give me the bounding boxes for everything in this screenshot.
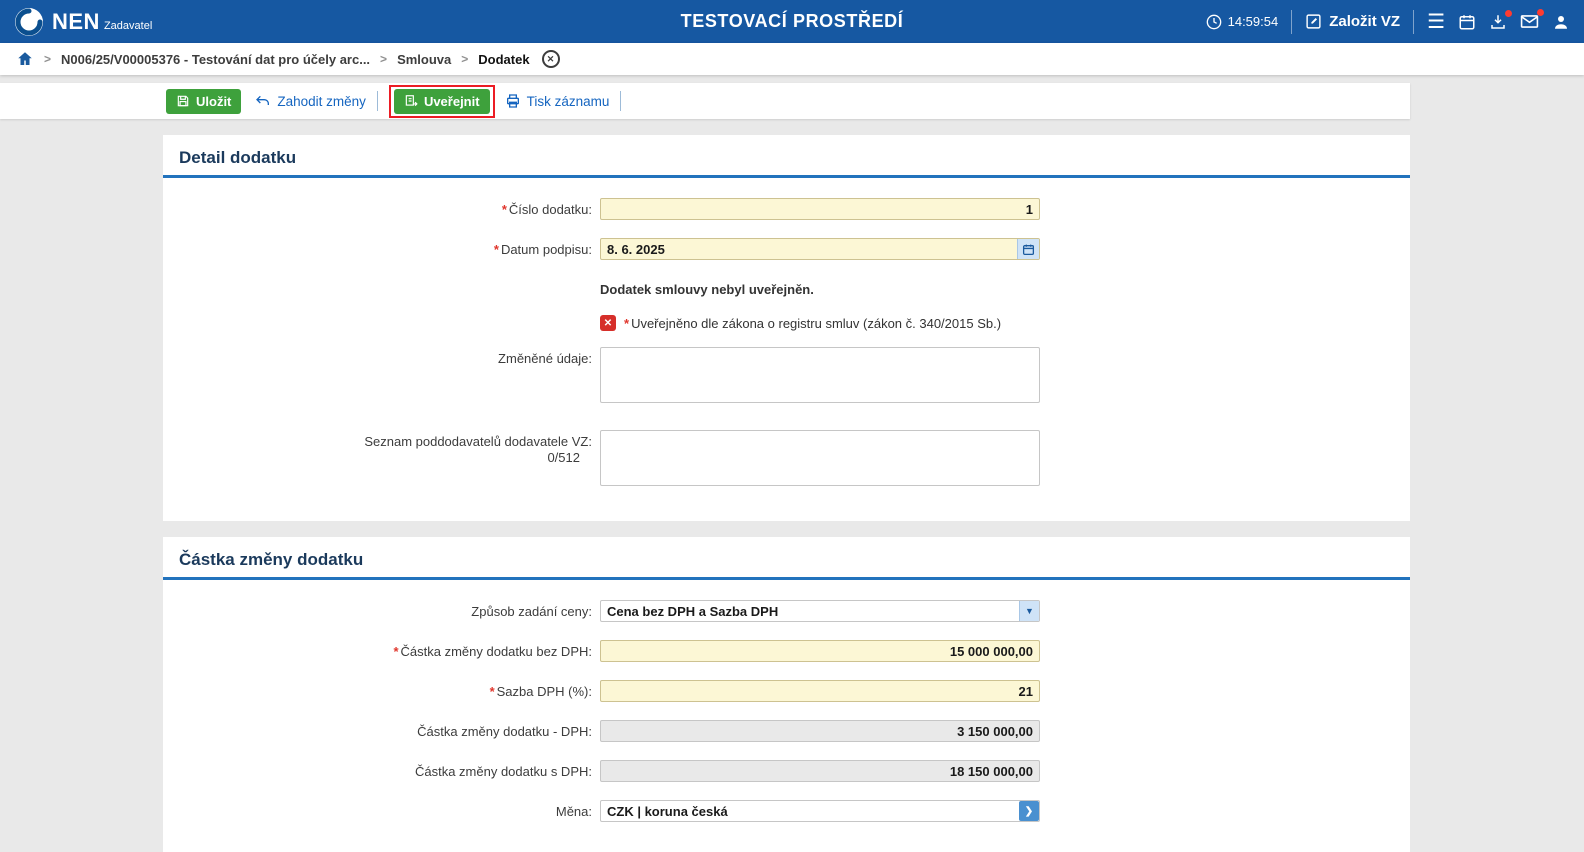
selected-option: Cena bez DPH a Sazba DPH	[601, 604, 1019, 619]
create-vz-button[interactable]: Založit VZ	[1305, 13, 1400, 30]
error-x-icon[interactable]: ✕	[600, 315, 616, 331]
datepicker-calendar-icon[interactable]	[1017, 239, 1039, 259]
create-vz-label: Založit VZ	[1329, 13, 1400, 30]
publish-highlight-annotation: Uveřejnit	[389, 85, 495, 118]
toolbar-divider	[377, 91, 378, 111]
environment-title: TESTOVACÍ PROSTŘEDÍ	[681, 11, 904, 32]
download-icon[interactable]	[1489, 13, 1507, 31]
clock-icon	[1206, 14, 1222, 30]
row-registr-smluv: ✕ *Uveřejněno dle zákona o registru smlu…	[163, 313, 1410, 331]
zmenene-udaje-label: Změněné údaje:	[163, 347, 600, 408]
calendar-icon[interactable]	[1458, 13, 1476, 31]
nen-logo-icon	[14, 7, 44, 37]
discard-changes-button[interactable]: Zahodit změny	[255, 93, 366, 109]
datum-podpisu-field	[600, 238, 1040, 260]
registr-smluv-label: *Uveřejněno dle zákona o registru smluv …	[624, 316, 1001, 331]
breadcrumb-separator: >	[380, 52, 387, 66]
castka-bez-dph-label: *Částka změny dodatku bez DPH:	[163, 640, 600, 662]
app-header: NEN Zadavatel TESTOVACÍ PROSTŘEDÍ 14:59:…	[0, 0, 1584, 43]
datum-podpisu-label: *Datum podpisu:	[163, 238, 600, 260]
mail-icon[interactable]	[1520, 12, 1539, 31]
field-row-zpusob-zadani-ceny: Způsob zadání ceny: Cena bez DPH a Sazba…	[163, 600, 1410, 622]
chevron-right-icon: ❯	[1019, 801, 1039, 821]
mena-label: Měna:	[163, 800, 600, 822]
print-record-button[interactable]: Tisk záznamu	[505, 93, 610, 109]
char-counter: 0/512	[547, 450, 592, 466]
field-row-seznam-poddodavatelu: Seznam poddodavatelů dodavatele VZ: 0/51…	[163, 430, 1410, 491]
user-icon[interactable]	[1552, 13, 1570, 31]
zpusob-zadani-ceny-label: Způsob zadání ceny:	[163, 600, 600, 622]
field-row-sazba-dph: *Sazba DPH (%):	[163, 680, 1410, 702]
session-time: 14:59:54	[1206, 14, 1279, 30]
mail-notification-badge	[1537, 9, 1544, 16]
save-button[interactable]: Uložit	[166, 89, 241, 114]
panel-title: Částka změny dodatku	[163, 537, 1410, 577]
sazba-dph-label: *Sazba DPH (%):	[163, 680, 600, 702]
castka-bez-dph-input[interactable]	[600, 640, 1040, 662]
publish-icon	[404, 94, 418, 108]
field-row-datum-podpisu: *Datum podpisu:	[163, 238, 1410, 260]
mena-picker[interactable]: CZK | koruna česká ❯	[600, 800, 1040, 822]
breadcrumb-separator: >	[461, 52, 468, 66]
castka-dph-label: Částka změny dodatku - DPH:	[163, 720, 600, 742]
required-marker: *	[624, 316, 629, 331]
sazba-dph-input[interactable]	[600, 680, 1040, 702]
close-icon[interactable]: ✕	[542, 50, 560, 68]
castka-s-dph-readonly	[600, 760, 1040, 782]
brand-subtitle: Zadavatel	[104, 20, 152, 32]
field-row-mena: Měna: CZK | koruna česká ❯	[163, 800, 1410, 822]
chevron-down-icon: ▼	[1019, 601, 1039, 621]
required-marker: *	[393, 644, 398, 659]
required-marker: *	[494, 242, 499, 257]
cislo-dodatku-input[interactable]	[600, 198, 1040, 220]
save-icon	[176, 94, 190, 108]
castka-s-dph-label: Částka změny dodatku s DPH:	[163, 760, 600, 782]
publish-button[interactable]: Uveřejnit	[394, 89, 490, 114]
breadcrumb-separator: >	[44, 52, 51, 66]
header-divider	[1413, 10, 1414, 34]
save-label: Uložit	[196, 94, 231, 109]
castka-dph-readonly	[600, 720, 1040, 742]
download-notification-badge	[1505, 10, 1512, 17]
undo-icon	[255, 93, 271, 109]
zpusob-zadani-ceny-select[interactable]: Cena bez DPH a Sazba DPH ▼	[600, 600, 1040, 622]
discard-changes-label: Zahodit změny	[277, 94, 366, 109]
seznam-poddodavatelu-textarea[interactable]	[600, 430, 1040, 486]
toolbar-divider	[620, 91, 621, 111]
field-row-castka-dph: Částka změny dodatku - DPH:	[163, 720, 1410, 742]
field-row-cislo-dodatku: *Číslo dodatku:	[163, 198, 1410, 220]
nen-logo[interactable]: NEN Zadavatel	[14, 7, 152, 37]
edit-square-icon	[1305, 13, 1322, 30]
selected-currency: CZK | koruna česká	[601, 804, 1019, 819]
castka-zmeny-panel: Částka změny dodatku Způsob zadání ceny:…	[163, 537, 1410, 852]
brand-name: NEN	[52, 11, 100, 33]
zmenene-udaje-textarea[interactable]	[600, 347, 1040, 403]
field-row-castka-s-dph: Částka změny dodatku s DPH:	[163, 760, 1410, 782]
datum-podpisu-input[interactable]	[601, 239, 1017, 259]
field-row-castka-bez-dph: *Částka změny dodatku bez DPH:	[163, 640, 1410, 662]
cislo-dodatku-label: *Číslo dodatku:	[163, 198, 600, 220]
home-icon[interactable]	[16, 50, 34, 68]
required-marker: *	[490, 684, 495, 699]
printer-icon	[505, 93, 521, 109]
time-value: 14:59:54	[1228, 14, 1279, 29]
print-record-label: Tisk záznamu	[527, 94, 610, 109]
record-toolbar: Uložit Zahodit změny Uveřejnit Tisk zázn…	[0, 83, 1410, 119]
not-published-note: Dodatek smlouvy nebyl uveřejněn.	[600, 278, 814, 297]
required-marker: *	[502, 202, 507, 217]
menu-icon[interactable]: ☰	[1427, 12, 1445, 32]
breadcrumb-item-dodatek[interactable]: Dodatek	[478, 52, 529, 67]
detail-dodatku-panel: Detail dodatku *Číslo dodatku: *Datum po…	[163, 135, 1410, 521]
breadcrumb: > N006/25/V00005376 - Testování dat pro …	[0, 43, 1584, 75]
breadcrumb-item-smlouva[interactable]: Smlouva	[397, 52, 451, 67]
seznam-poddodavatelu-label: Seznam poddodavatelů dodavatele VZ: 0/51…	[163, 430, 600, 491]
field-row-zmenene-udaje: Změněné údaje:	[163, 347, 1410, 408]
breadcrumb-item-zakazka[interactable]: N006/25/V00005376 - Testování dat pro úč…	[61, 52, 370, 67]
row-not-published-note: Dodatek smlouvy nebyl uveřejněn.	[163, 278, 1410, 297]
publish-label: Uveřejnit	[424, 94, 480, 109]
panel-title: Detail dodatku	[163, 135, 1410, 175]
header-divider	[1291, 10, 1292, 34]
